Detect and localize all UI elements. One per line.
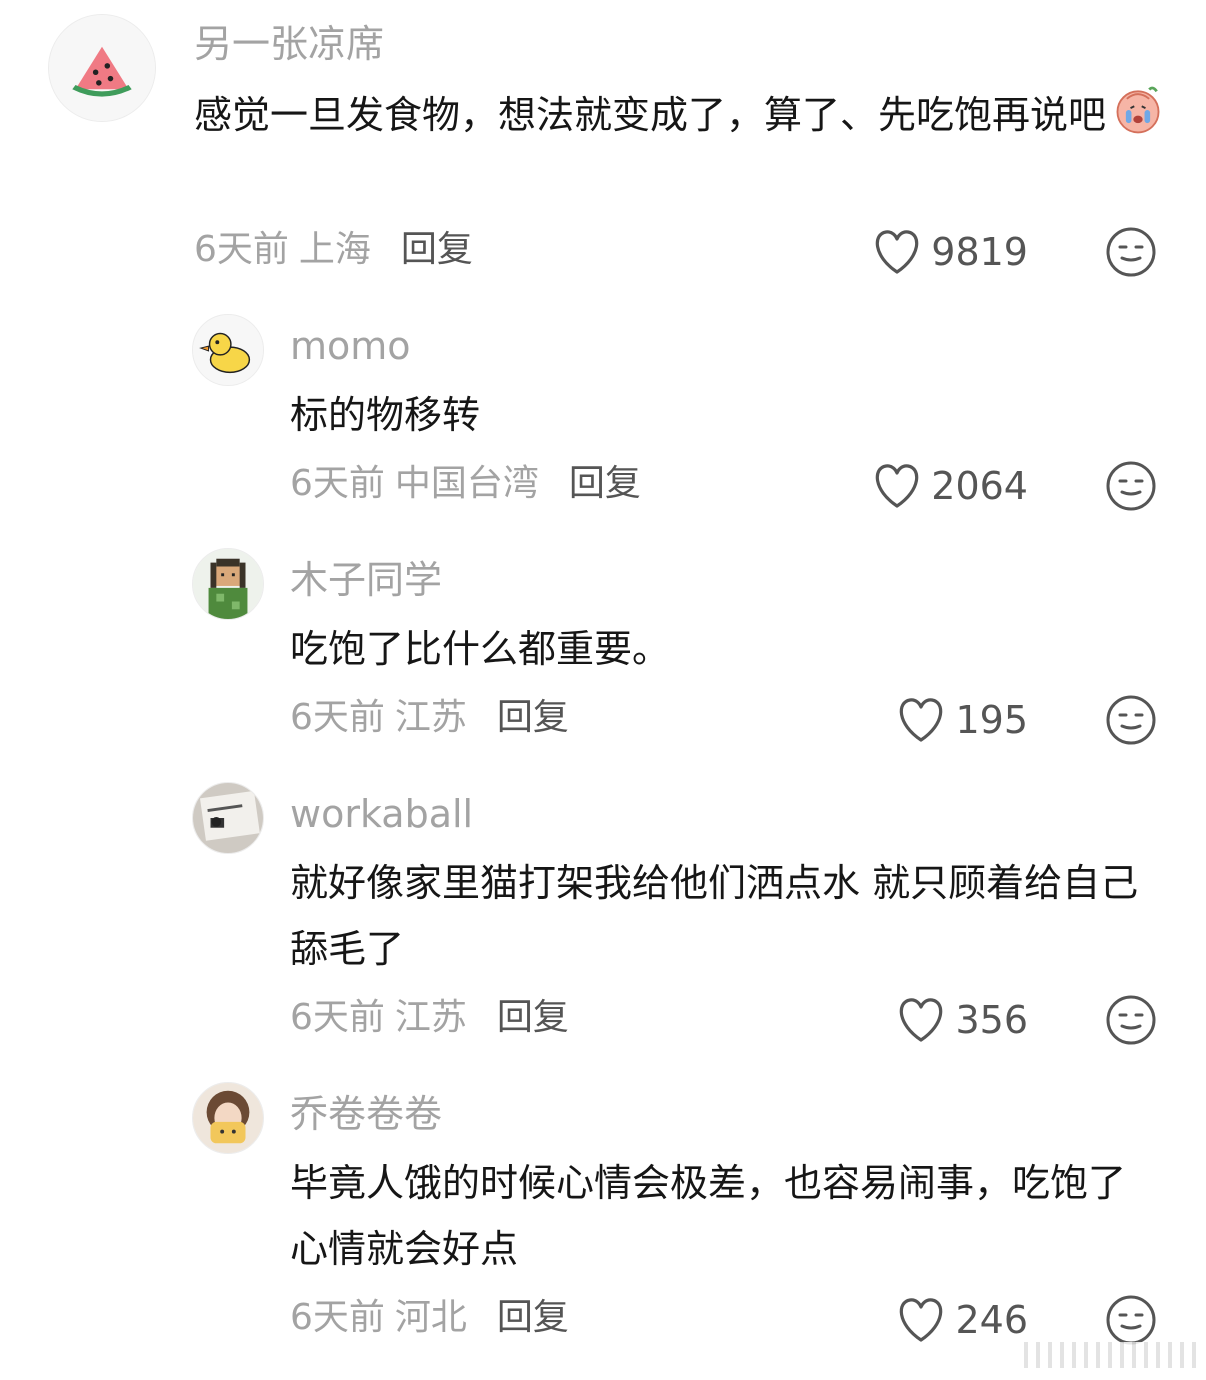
comment-text-content: 感觉一旦发食物，想法就变成了，算了、先吃饱再说吧 — [194, 93, 1107, 137]
comment-text: 就好像家里猫打架我给他们洒点水 就只顾着给自己舔毛了 — [290, 861, 1139, 971]
like-count: 2064 — [931, 464, 1028, 508]
comment-time: 6天前 — [290, 1297, 385, 1338]
comment-meta: 6天前 上海 回复 — [194, 228, 473, 272]
reply-item: momo 标的物移转 6天前 中国台湾 回复 2064 — [0, 300, 1206, 530]
comment-location: 江苏 — [394, 697, 467, 738]
comment-time: 6天前 — [194, 229, 289, 270]
like-count: 195 — [955, 698, 1028, 742]
comment-text: 吃饱了比什么都重要。 — [290, 627, 671, 671]
heart-icon — [900, 698, 943, 742]
dislike-button[interactable] — [1105, 226, 1157, 278]
comment-meta: 6天前 河北 回复 — [290, 1296, 569, 1340]
username[interactable]: workaball — [290, 792, 473, 836]
comment-time: 6天前 — [290, 997, 385, 1038]
watermark — [1016, 1342, 1196, 1368]
avatar[interactable] — [192, 314, 264, 386]
username[interactable]: 另一张凉席 — [194, 22, 384, 66]
comment-location: 中国台湾 — [394, 463, 539, 504]
reply-button[interactable]: 回复 — [401, 229, 473, 270]
meh-face-icon — [1106, 695, 1156, 745]
reply-item: 乔卷卷卷 毕竟人饿的时候心情会极差，也容易闹事，吃饱了心情就会好点 6天前 河北回… — [0, 1068, 1206, 1380]
heart-icon — [900, 998, 943, 1042]
comment-meta: 6天前 江苏 回复 — [290, 696, 569, 740]
comment-meta: 6天前 中国台湾 回复 — [290, 462, 641, 506]
rubber-duck-icon — [193, 315, 263, 385]
heart-icon — [900, 1298, 943, 1342]
like-button[interactable]: 9819 — [871, 224, 1028, 280]
like-button[interactable]: 246 — [895, 1292, 1028, 1348]
crying-face-icon — [1110, 82, 1166, 138]
comment-location: 河北 — [394, 1297, 467, 1338]
reply-item: 木子同学 吃饱了比什么都重要。 6天前 江苏 回复 195 — [0, 534, 1206, 764]
like-button[interactable]: 195 — [895, 692, 1028, 748]
dislike-button[interactable] — [1105, 994, 1157, 1046]
heart-icon — [876, 464, 919, 508]
avatar[interactable] — [48, 14, 156, 122]
dislike-button[interactable] — [1105, 460, 1157, 512]
avatar[interactable] — [192, 1082, 264, 1154]
comment-time: 6天前 — [290, 697, 385, 738]
comment-location: 江苏 — [394, 997, 467, 1038]
reply-button[interactable]: 回复 — [569, 463, 641, 504]
username[interactable]: 乔卷卷卷 — [290, 1092, 442, 1136]
like-count: 9819 — [931, 230, 1028, 274]
avatar[interactable] — [192, 548, 264, 620]
girl-photo-avatar-icon — [193, 1083, 263, 1153]
comment-time: 6天前 — [290, 463, 385, 504]
reply-button[interactable]: 回复 — [497, 997, 569, 1038]
comment-text: 感觉一旦发食物，想法就变成了，算了、先吃饱再说吧 — [194, 82, 1174, 148]
comment-text: 毕竟人饿的时候心情会极差，也容易闹事，吃饱了心情就会好点 — [290, 1161, 1127, 1271]
like-count: 356 — [955, 998, 1028, 1042]
like-button[interactable]: 356 — [895, 992, 1028, 1048]
like-count: 246 — [955, 1298, 1028, 1342]
pixel-character-icon — [193, 549, 263, 619]
like-button[interactable]: 2064 — [871, 458, 1028, 514]
comment-text: 标的物移转 — [290, 393, 481, 437]
watermelon-icon — [49, 15, 155, 121]
meh-face-icon — [1106, 1295, 1156, 1345]
avatar[interactable] — [192, 782, 264, 854]
reply-item: workaball 就好像家里猫打架我给他们洒点水 就只顾着给自己舔毛了 6天前… — [0, 768, 1206, 1068]
dislike-button[interactable] — [1105, 694, 1157, 746]
photo-avatar-icon — [193, 783, 263, 853]
heart-icon — [876, 230, 919, 274]
comment-location: 上海 — [298, 229, 371, 270]
comment-item: 另一张凉席 感觉一旦发食物，想法就变成了，算了、先吃饱再说吧 6天前 上海 回复 9… — [0, 0, 1206, 290]
meh-face-icon — [1106, 227, 1156, 277]
username[interactable]: 木子同学 — [290, 558, 442, 602]
username[interactable]: momo — [290, 324, 411, 368]
dislike-button[interactable] — [1105, 1294, 1157, 1346]
meh-face-icon — [1106, 995, 1156, 1045]
reply-button[interactable]: 回复 — [497, 697, 569, 738]
comment-meta: 6天前 江苏 回复 — [290, 996, 569, 1040]
meh-face-icon — [1106, 461, 1156, 511]
reply-button[interactable]: 回复 — [497, 1297, 569, 1338]
